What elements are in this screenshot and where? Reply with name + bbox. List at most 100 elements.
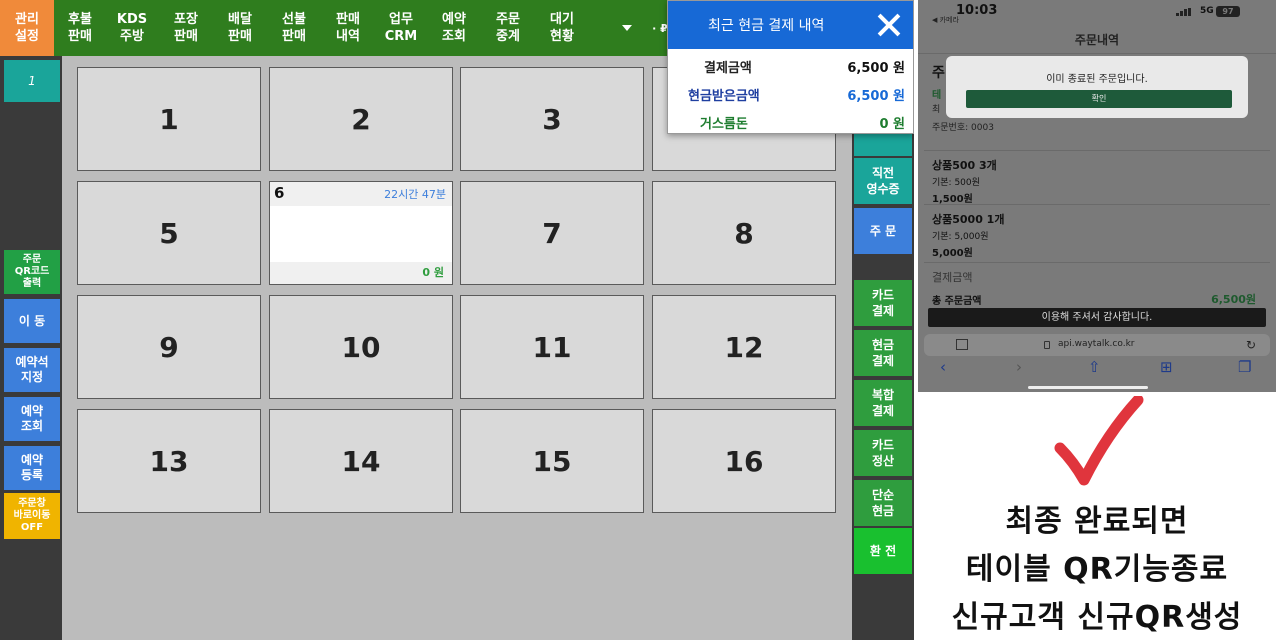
pos-window: 관리 설정 후불 판매 KDS 주방 포장 판매 배달 판매 선불 판매 판매 …: [0, 0, 914, 640]
reload-icon[interactable]: ↻: [1246, 338, 1256, 352]
register-reservation-button[interactable]: 예약 등록: [4, 446, 60, 490]
menu-sales-history[interactable]: 판매 내역: [326, 0, 370, 56]
cash-received-label: 현금받은금액: [688, 89, 760, 104]
table-cell[interactable]: 1: [77, 67, 261, 171]
order-table-label: 테: [932, 90, 942, 101]
menu-deferred-sale[interactable]: 후불 판매: [58, 0, 102, 56]
table-number: 13: [149, 444, 189, 478]
alert-message: 이미 종료된 주문입니다.: [1046, 74, 1148, 85]
cash-payment-button[interactable]: 현금 결제: [854, 330, 912, 376]
thanks-banner: 이용해 주셔서 감사합니다.: [928, 308, 1266, 327]
chevron-down-icon[interactable]: [612, 0, 642, 56]
reader-icon[interactable]: [956, 339, 968, 350]
page-indicator-button[interactable]: 1: [4, 60, 60, 102]
table-number: 6: [274, 184, 285, 202]
currency-exchange-button[interactable]: 환 전: [854, 528, 912, 574]
status-bar: 10:03 ◀ 카메라 5G 97: [918, 0, 1276, 26]
menu-waiting-status[interactable]: 대기 현황: [540, 0, 584, 56]
table-number: 7: [542, 216, 562, 250]
last-receipt-button[interactable]: 직전 영수증: [854, 158, 912, 204]
check-mark-icon: [1054, 396, 1144, 486]
table-number: 1: [159, 102, 179, 136]
table-number: 16: [724, 444, 764, 478]
phone-screenshot: 10:03 ◀ 카메라 5G 97 주문내역 주 테 최 주문번호: 0003 …: [918, 0, 1276, 392]
table-cell[interactable]: 16: [652, 409, 836, 513]
table-cell[interactable]: 12: [652, 295, 836, 399]
payment-amount-label: 결제금액: [704, 61, 752, 76]
browser-nav-bar: ‹ › ⇧ ⊞ ❐: [918, 356, 1276, 384]
item-base-price: 기본: 5,000원: [932, 232, 989, 242]
tabs-icon[interactable]: ❐: [1238, 358, 1251, 376]
back-icon[interactable]: ‹: [940, 358, 946, 376]
forward-icon[interactable]: ›: [1016, 358, 1022, 376]
table-number: 2: [351, 102, 371, 136]
home-indicator: [1028, 386, 1148, 389]
table-cell[interactable]: 14: [269, 409, 453, 513]
close-icon[interactable]: [875, 11, 903, 39]
total-order-value: 6,500원: [1211, 293, 1256, 306]
browser-url-bar[interactable]: api.waytalk.co.kr ↻: [924, 334, 1270, 356]
view-reservations-button[interactable]: 예약 조회: [4, 397, 60, 441]
table-cell-occupied[interactable]: 6 22시간 47분 0 원: [269, 181, 453, 285]
table-cell[interactable]: 2: [269, 67, 453, 171]
battery-icon: 97: [1216, 6, 1240, 17]
item-base-price: 기본: 500원: [932, 178, 980, 188]
cash-received-row: 현금받은금액 6,500 원: [668, 79, 913, 107]
change-value: 0 원: [879, 117, 905, 132]
table-cell[interactable]: 5: [77, 181, 261, 285]
table-cell[interactable]: 11: [460, 295, 644, 399]
menu-order-relay[interactable]: 주문 중계: [486, 0, 530, 56]
table-cell[interactable]: 3: [460, 67, 644, 171]
item-name: 상품500 3개: [932, 159, 997, 172]
caption-panel: 최종 완료되면 테이블 QR기능종료 신규고객 신규QR생성: [918, 396, 1276, 640]
alert-dialog: 이미 종료된 주문입니다. 확인: [946, 56, 1248, 118]
simple-cash-button[interactable]: 단순 현금: [854, 480, 912, 526]
left-button-column: 1 주문 QR코드 출력 이 동 예약석 지정 예약 조회 예약 등록 주문창 …: [0, 56, 62, 640]
admin-settings-button[interactable]: 관리 설정: [0, 0, 54, 56]
item-name: 상품5000 1개: [932, 213, 1005, 226]
list-item: 상품500 3개 기본: 500원 1,500원: [924, 150, 1270, 205]
caption-line: 최종 완료되면: [1005, 504, 1189, 539]
status-time: 10:03: [956, 3, 998, 18]
menu-crm[interactable]: 업무 CRM: [379, 0, 423, 56]
payment-amount-value: 6,500 원: [847, 61, 905, 76]
table-number: 11: [532, 330, 572, 364]
table-cell[interactable]: 9: [77, 295, 261, 399]
print-order-qr-button[interactable]: 주문 QR코드 출력: [4, 250, 60, 294]
alert-ok-button[interactable]: 확인: [966, 90, 1232, 108]
menu-prepaid-sale[interactable]: 선불 판매: [272, 0, 316, 56]
menu-kds-kitchen[interactable]: KDS 주방: [110, 0, 154, 56]
back-to-camera-link[interactable]: ◀ 카메라: [932, 15, 959, 25]
table-number: 10: [341, 330, 381, 364]
table-number: 3: [542, 102, 562, 136]
order-window-shortcut-toggle[interactable]: 주문창 바로이동 OFF: [4, 493, 60, 539]
move-table-button[interactable]: 이 동: [4, 299, 60, 343]
signal-icon: [1176, 8, 1192, 16]
item-price: 5,000원: [932, 248, 973, 259]
bookmarks-icon[interactable]: ⊞: [1160, 358, 1173, 376]
table-cell[interactable]: 10: [269, 295, 453, 399]
table-number: 15: [532, 444, 572, 478]
assign-reserved-seat-button[interactable]: 예약석 지정: [4, 348, 60, 392]
popup-title: 최근 현금 결제 내역: [708, 18, 825, 34]
mixed-payment-button[interactable]: 복합 결제: [854, 380, 912, 426]
card-settlement-button[interactable]: 카드 정산: [854, 430, 912, 476]
right-button-column: 직전 영수증 주 문 카드 결제 현금 결제 복합 결제 카드 정산 단순 현금…: [852, 56, 914, 640]
menu-delivery-sale[interactable]: 배달 판매: [218, 0, 262, 56]
table-number: 9: [159, 330, 179, 364]
table-cell[interactable]: 8: [652, 181, 836, 285]
share-icon[interactable]: ⇧: [1088, 358, 1101, 376]
menu-takeout-sale[interactable]: 포장 판매: [164, 0, 208, 56]
order-summary-heading: 주: [932, 65, 945, 81]
table-number: 8: [734, 216, 754, 250]
table-cell[interactable]: 13: [77, 409, 261, 513]
order-meta-line: 최: [932, 105, 941, 115]
payment-section-title: 결제금액: [932, 271, 973, 284]
card-payment-button[interactable]: 카드 결제: [854, 280, 912, 326]
table-cell[interactable]: 7: [460, 181, 644, 285]
table-cell[interactable]: 15: [460, 409, 644, 513]
table-number: 12: [724, 330, 764, 364]
total-order-label: 총 주문금액: [932, 296, 982, 307]
menu-reservation[interactable]: 예약 조회: [432, 0, 476, 56]
order-button[interactable]: 주 문: [854, 208, 912, 254]
